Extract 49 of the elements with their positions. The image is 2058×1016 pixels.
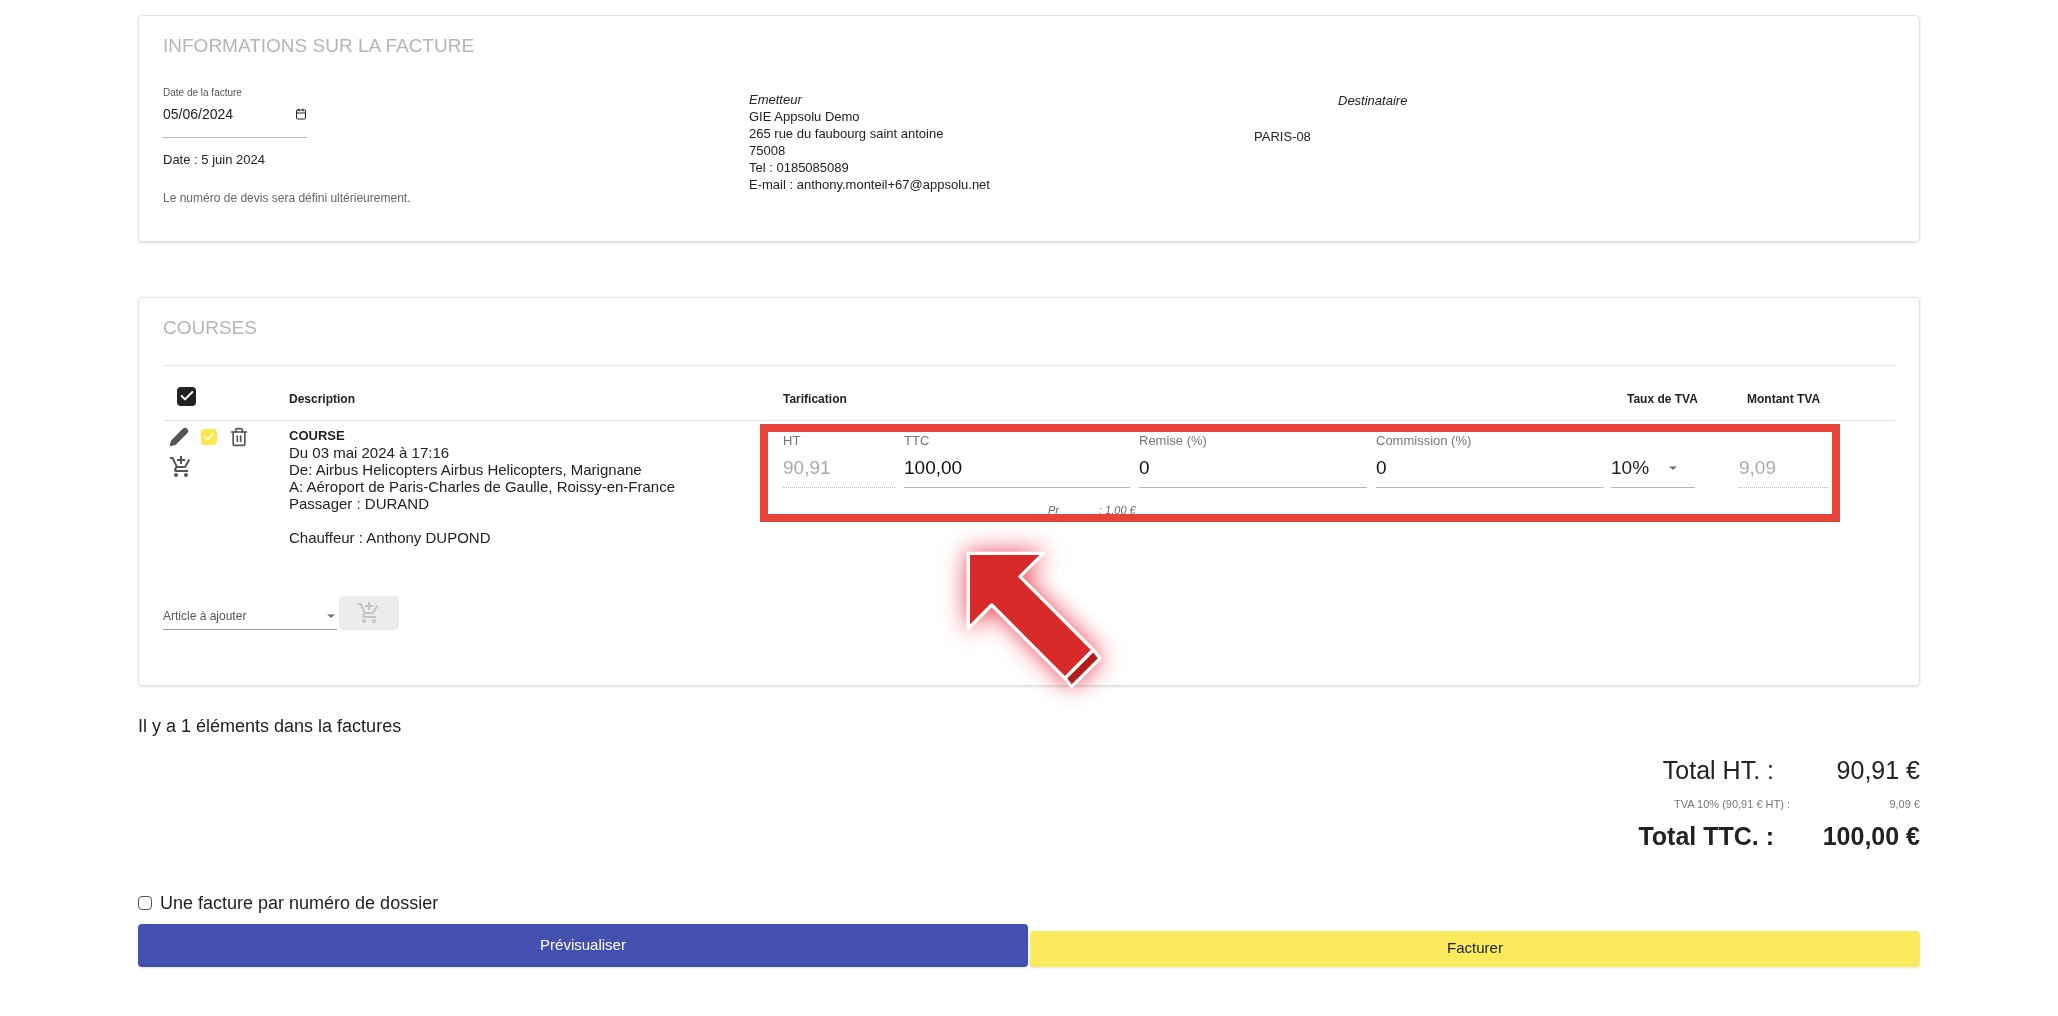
input-field[interactable]: Remise (%) 0 [1139,426,1367,488]
input-field[interactable]: Commission (%) 0 [1376,426,1604,488]
delete-icon[interactable] [229,426,249,447]
issuer-line: GIE Appsolu Demo [749,107,861,125]
edit-icon[interactable] [169,426,189,447]
preview-button[interactable]: Prévisualiser [138,923,1028,967]
course-detail: A: Aéroport de Paris-Charles de Gaulle, Roissy-en-France [289,477,676,495]
vat-rate-select[interactable]: 10% [1611,454,1695,488]
row-checkbox[interactable] [201,428,217,445]
course-detail: Passager : DURAND [289,494,431,512]
recipient-heading: Destinataire [1338,92,1408,108]
calendar-icon[interactable] [295,108,307,120]
issuer-line: 265 rue du faubourg saint antoine [749,124,945,142]
issuer-line: E-mail : anthony.monteil+67@appsolu.net [749,175,991,193]
total-value: 100,00 € [1821,821,1920,852]
total-label: Total HT. : [1662,755,1774,786]
date-input-field[interactable]: Date de la facture 05/06/2024 [163,84,307,138]
section-title: COURSES [163,316,258,340]
issuer-line: 75008 [749,141,787,159]
input-field[interactable]: HT 90,91 [783,426,895,488]
invoice-button[interactable]: Facturer [1030,930,1920,967]
item-count-text: Il y a 1 éléments dans la factures [138,715,403,738]
course-detail: Du 03 mai 2024 à 17:16 [289,443,451,461]
check-icon [203,430,215,443]
total-value: 90,91 € [1835,755,1920,786]
select-all-checkbox[interactable] [177,386,196,406]
course-detail: De: Airbus Helicopters Airbus Helicopters, Marignane [289,460,643,478]
add-to-cart-icon[interactable] [169,454,193,479]
column-header: Description [289,390,356,408]
course-type: COURSE [289,426,346,444]
section-title: INFORMATIONS SUR LA FACTURE [163,34,476,58]
price-note: : 1,00 € [1099,502,1136,518]
total-value: 9,09 € [1888,796,1920,812]
column-header: Taux de TVA [1627,390,1699,408]
column-header: Montant TVA [1747,390,1821,408]
per-file-checkbox[interactable]: Une facture par numéro de dossier [138,889,1920,917]
total-label: Total TTC. : [1638,821,1774,852]
date-text: Date : 5 juin 2024 [163,150,266,169]
driver-text: Chauffeur : Anthony DUPOND [289,528,492,546]
issuer-heading: Emetteur [749,90,804,108]
city-text: PARIS-08 [1254,128,1311,144]
issuer-line: Tel : 0185085089 [749,158,850,176]
total-label: TVA 10% (90,91 € HT) : [1674,796,1790,812]
article-select[interactable]: Article à ajouter [163,606,337,630]
vat-amount-field: 9,09 [1739,454,1829,488]
column-header: Tarification [783,390,848,408]
price-note: Pr [1048,502,1059,518]
quote-note: Le numéro de devis sera défini ultérieurement. [163,190,412,207]
input-field[interactable]: TTC 100,00 [904,426,1130,488]
